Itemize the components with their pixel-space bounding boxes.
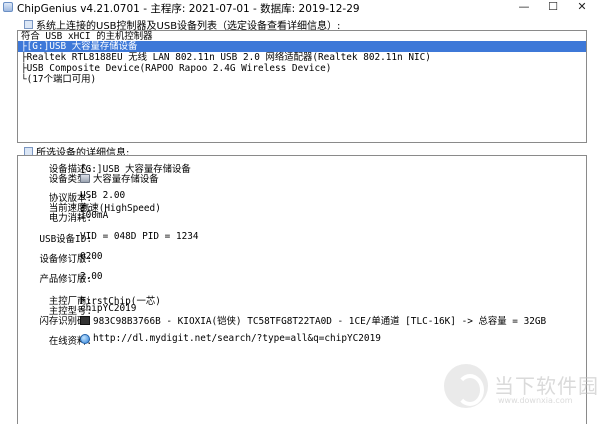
watermark-url: www.downxia.com xyxy=(498,396,573,405)
globe-icon xyxy=(80,333,90,344)
app-icon xyxy=(3,2,13,12)
detail-row-power: 电力消耗: 100mA xyxy=(18,210,586,224)
detail-row-type: 设备类型: 大容量存储设备 xyxy=(18,171,586,185)
storage-device-icon xyxy=(80,173,90,183)
detail-row-online: 在线资料: http://dl.mydigit.net/search/?type… xyxy=(18,333,586,347)
list-item[interactable]: └(17个端口可用) xyxy=(18,74,586,85)
watermark-logo-icon xyxy=(444,364,488,408)
detail-row-product-revision: 产品修订版: 2.00 xyxy=(18,271,586,285)
detail-value: 0200 xyxy=(80,251,103,262)
chip-icon xyxy=(80,315,90,325)
detail-value: 983C98B3766B - KIOXIA(铠侠) TC58TFG8T22TA0… xyxy=(80,313,546,327)
usb-tree-icon xyxy=(24,20,33,29)
list-item-selected[interactable]: ├[G:]USB 大容量存储设备 xyxy=(18,41,586,52)
watermark: 当下软件园 www.downxia.com xyxy=(444,364,598,420)
title-bar: ChipGenius v4.21.0701 - 主程序: 2021-07-01 … xyxy=(0,0,600,15)
detail-value: 100mA xyxy=(80,210,109,221)
list-item[interactable]: ├Realtek RTL8188EU 无线 LAN 802.11n USB 2.… xyxy=(18,52,586,63)
close-button[interactable]: ✕ xyxy=(567,0,597,14)
detail-value: VID = 048D PID = 1234 xyxy=(80,231,199,242)
detail-row-flash-id: 闪存识别码: 983C98B3766B - KIOXIA(铠侠) TC58TFG… xyxy=(18,313,586,327)
minimize-button[interactable]: — xyxy=(509,0,539,14)
detail-value: 2.00 xyxy=(80,271,103,282)
detail-value[interactable]: http://dl.mydigit.net/search/?type=all&q… xyxy=(80,333,381,344)
detail-row-device-revision: 设备修订版: 0200 xyxy=(18,251,586,265)
online-link[interactable]: http://dl.mydigit.net/search/?type=all&q… xyxy=(93,333,381,344)
device-list[interactable]: 符合 USB xHCI 的主机控制器 ├[G:]USB 大容量存储设备 ├Rea… xyxy=(17,30,587,143)
window-title: ChipGenius v4.21.0701 - 主程序: 2021-07-01 … xyxy=(17,3,360,15)
watermark-name: 当下软件园 xyxy=(494,374,599,398)
detail-value: 大容量存储设备 xyxy=(80,171,159,185)
detail-row-usb-id: USB设备ID: VID = 048D PID = 1234 xyxy=(18,231,586,245)
maximize-button[interactable]: ☐ xyxy=(538,0,568,14)
list-item[interactable]: ├USB Composite Device(RAPOO Rapoo 2.4G W… xyxy=(18,63,586,74)
